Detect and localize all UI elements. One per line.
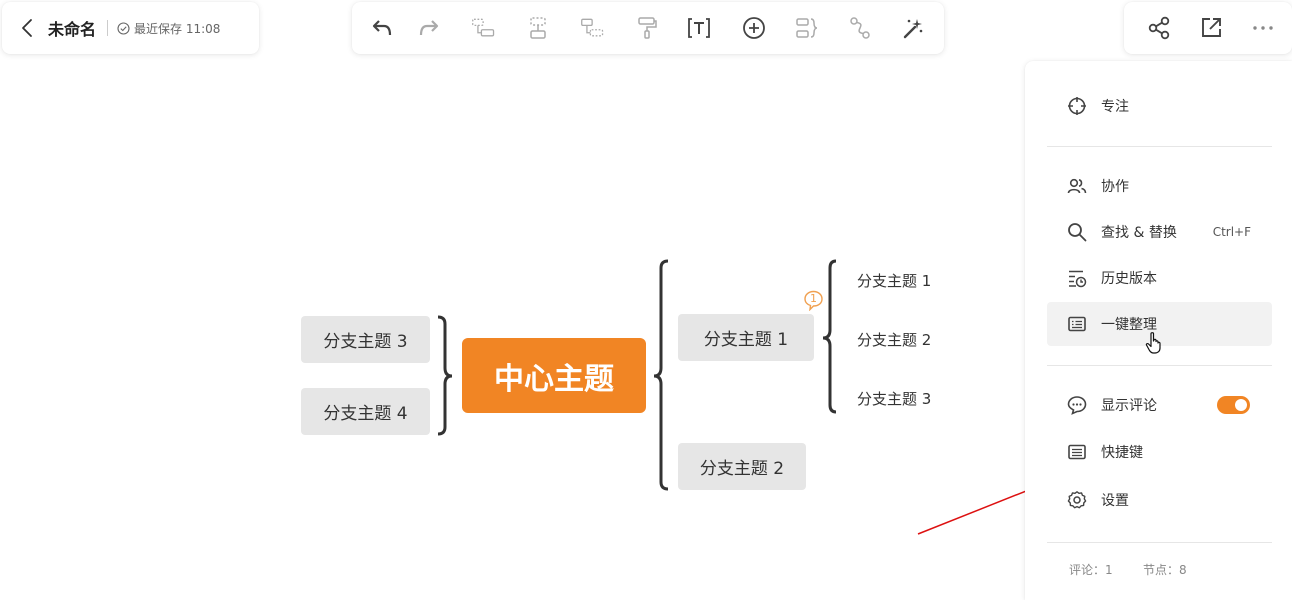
node-count-stat: 节点：8: [1143, 563, 1187, 577]
menu-item-collaborate[interactable]: 协作: [1047, 164, 1272, 208]
plus-circle-icon[interactable]: [741, 15, 767, 41]
document-title[interactable]: 未命名: [48, 16, 96, 40]
center-topic[interactable]: 中心主题: [462, 338, 646, 413]
history-icon: [1067, 268, 1087, 288]
comment-count-stat: 评论：1: [1069, 563, 1113, 577]
menu-item-label: 快捷键: [1101, 445, 1143, 461]
comment-icon: [1067, 395, 1087, 415]
menu-item-find-replace[interactable]: 查找 & 替换 Ctrl+F: [1047, 210, 1272, 254]
menu-item-history[interactable]: 历史版本: [1047, 256, 1272, 300]
focus-icon: [1067, 96, 1087, 116]
branch-topic-4[interactable]: 分支主题 4: [301, 388, 430, 435]
branch-topic-3[interactable]: 分支主题 3: [301, 316, 430, 363]
subtopic-1[interactable]: 分支主题 1: [857, 270, 931, 291]
relationship-icon[interactable]: [847, 15, 873, 41]
export-icon[interactable]: [1198, 15, 1224, 41]
hand-cursor-icon: [1145, 332, 1161, 354]
text-icon[interactable]: [686, 15, 712, 41]
search-icon: [1067, 222, 1087, 242]
magic-wand-icon[interactable]: [900, 15, 926, 41]
subtopic-2[interactable]: 分支主题 2: [857, 329, 931, 350]
toggle-knob: [1235, 399, 1247, 411]
menu-item-label: 协作: [1101, 179, 1129, 195]
menu-item-shortcuts[interactable]: 快捷键: [1047, 430, 1272, 474]
more-icon[interactable]: [1250, 15, 1276, 41]
tidy-icon: [1067, 314, 1087, 334]
menu-divider: [1047, 146, 1272, 147]
gear-icon: [1067, 490, 1087, 510]
menu-item-label: 查找 & 替换: [1101, 225, 1177, 241]
keyboard-icon: [1067, 442, 1087, 462]
action-bar: [1124, 2, 1292, 54]
parent-topic-icon[interactable]: [580, 15, 606, 41]
menu-divider: [1047, 365, 1272, 366]
branch-topic-1[interactable]: 分支主题 1: [678, 314, 814, 361]
branch-topic-2[interactable]: 分支主题 2: [678, 443, 806, 490]
share-icon[interactable]: [1146, 15, 1172, 41]
show-comments-toggle[interactable]: [1217, 396, 1250, 414]
menu-divider: [1047, 542, 1272, 543]
undo-icon[interactable]: [369, 15, 395, 41]
child-topic-icon[interactable]: [471, 15, 497, 41]
summary-icon[interactable]: [794, 15, 820, 41]
toolbar: [352, 2, 944, 54]
comment-badge[interactable]: 1: [803, 290, 824, 312]
sibling-topic-icon[interactable]: [525, 15, 551, 41]
paint-roller-icon[interactable]: [634, 15, 660, 41]
menu-item-label: 设置: [1101, 493, 1129, 509]
menu-item-label: 历史版本: [1101, 271, 1157, 287]
comment-count: 1: [810, 292, 817, 305]
collaborate-icon: [1067, 176, 1087, 196]
subtopic-3[interactable]: 分支主题 3: [857, 388, 931, 409]
menu-item-focus[interactable]: 专注: [1047, 84, 1272, 128]
redo-icon[interactable]: [416, 15, 442, 41]
menu-item-settings[interactable]: 设置: [1047, 478, 1272, 522]
title-bar: 未命名 最近保存 11:08: [2, 2, 259, 54]
back-icon[interactable]: [20, 17, 40, 39]
title-divider: [107, 20, 109, 36]
save-status: 最近保存 11:08: [134, 21, 221, 36]
menu-item-label: 显示评论: [1101, 398, 1157, 414]
saved-check-icon: [117, 21, 130, 35]
shortcut-hint: Ctrl+F: [1212, 225, 1251, 239]
menu-item-label: 专注: [1101, 99, 1129, 115]
